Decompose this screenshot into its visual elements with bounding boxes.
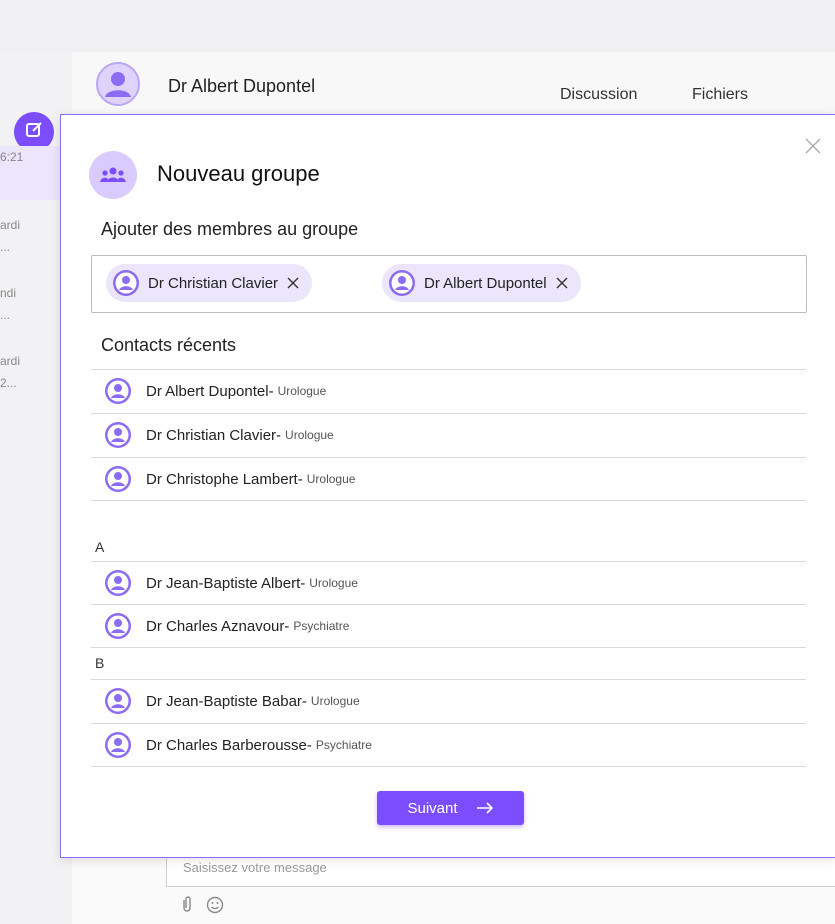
contact-separator: -	[300, 574, 306, 592]
new-group-dialog: Nouveau groupe Ajouter des membres au gr…	[60, 114, 835, 858]
contact-separator: -	[297, 470, 303, 488]
contact-separator: -	[306, 736, 312, 754]
emoji-icon[interactable]	[206, 896, 224, 919]
remove-chip-icon[interactable]	[555, 276, 569, 290]
avatar-icon	[389, 270, 415, 296]
avatar-icon	[105, 613, 131, 639]
avatar-icon	[105, 466, 131, 492]
chat-header: Dr Albert Dupontel Discussion Fichiers	[72, 52, 835, 115]
conversation-snippet: ...	[0, 308, 11, 322]
tab-discussion[interactable]: Discussion	[560, 86, 637, 104]
contact-separator: -	[276, 426, 282, 444]
contact-name: Dr Jean-Baptiste Albert	[146, 574, 301, 592]
conversation-item[interactable]: ardi	[0, 214, 60, 236]
conversation-snippet: ...	[0, 240, 11, 254]
contact-row[interactable]: Dr Christian Clavier - Urologue	[91, 413, 806, 456]
avatar-icon	[105, 422, 131, 448]
compose-icon	[24, 120, 44, 145]
member-chip[interactable]: Dr Albert Dupontel	[382, 264, 581, 302]
contact-name: Dr Christian Clavier	[146, 426, 277, 444]
add-members-label: Ajouter des membres au groupe	[101, 219, 359, 239]
avatar-icon	[105, 732, 131, 758]
conversation-item[interactable]: 6:21	[0, 146, 60, 200]
tab-fichiers[interactable]: Fichiers	[692, 86, 748, 104]
arrow-right-icon	[476, 802, 493, 814]
conversation-time: 6:21	[0, 150, 24, 164]
remove-chip-icon[interactable]	[286, 276, 300, 290]
conversation-day: ardi	[0, 218, 21, 232]
contact-row[interactable]: Dr Charles Barberousse - Psychiatre	[91, 723, 806, 767]
next-button-label: Suivant	[407, 799, 458, 817]
contact-separator: -	[301, 692, 307, 710]
contact-specialty: Urologue	[285, 428, 334, 442]
contact-name: Dr Christophe Lambert	[146, 470, 298, 488]
conversation-day: ardi	[0, 354, 21, 368]
contact-name: Dr Charles Aznavour	[146, 617, 285, 635]
avatar-icon	[105, 570, 131, 596]
contact-row[interactable]: Dr Jean-Baptiste Babar - Urologue	[91, 679, 806, 722]
contact-specialty: Urologue	[310, 694, 360, 708]
conversation-item[interactable]: ardi	[0, 350, 60, 372]
avatar-icon	[105, 378, 131, 404]
contact-row[interactable]: Dr Christophe Lambert - Urologue	[91, 457, 806, 501]
contact-row[interactable]: Dr Albert Dupontel - Urologue	[91, 369, 806, 412]
contact-specialty: Urologue	[306, 472, 356, 486]
group-icon	[89, 151, 137, 199]
members-input[interactable]: Dr Christian Clavier Dr Albert Dupontel	[91, 255, 807, 313]
contact-row[interactable]: Dr Jean-Baptiste Albert - Urologue	[91, 561, 806, 604]
conversation-snippet: 2...	[0, 376, 17, 390]
recent-contacts-label: Contacts récents	[101, 335, 237, 355]
contact-name: Dr Charles Barberousse	[146, 736, 307, 754]
dialog-title: Nouveau groupe	[157, 161, 320, 186]
avatar-icon	[113, 270, 139, 296]
member-chip-name: Dr Christian Clavier	[148, 274, 279, 292]
composer-tools	[178, 896, 224, 919]
contact-name: Dr Jean-Baptiste Babar	[146, 692, 302, 710]
contact-separator: -	[284, 617, 290, 635]
conversation-item[interactable]: ndi	[0, 282, 60, 304]
member-chip-name: Dr Albert Dupontel	[424, 274, 547, 292]
next-button[interactable]: Suivant	[377, 791, 524, 825]
contact-name: Dr Albert Dupontel	[168, 76, 316, 96]
conversation-day: ndi	[0, 286, 17, 300]
contact-separator: -	[268, 382, 274, 400]
contact-specialty: Psychiatre	[293, 619, 350, 633]
contact-specialty: Urologue	[277, 384, 327, 398]
alphabet-header-a: A	[95, 539, 105, 555]
avatar-icon	[105, 688, 131, 714]
contact-avatar-icon	[96, 62, 140, 106]
contact-specialty: Urologue	[309, 576, 358, 590]
message-placeholder: Saisissez votre message	[183, 860, 327, 875]
member-chip[interactable]: Dr Christian Clavier	[106, 264, 313, 302]
contact-name: Dr Albert Dupontel	[146, 382, 269, 400]
close-icon[interactable]	[804, 137, 822, 155]
contact-row[interactable]: Dr Charles Aznavour - Psychiatre	[91, 604, 806, 648]
attachment-icon[interactable]	[178, 896, 196, 919]
alphabet-header-b: B	[95, 655, 105, 671]
top-bar	[30, 0, 835, 52]
contact-specialty: Psychiatre	[315, 738, 372, 752]
